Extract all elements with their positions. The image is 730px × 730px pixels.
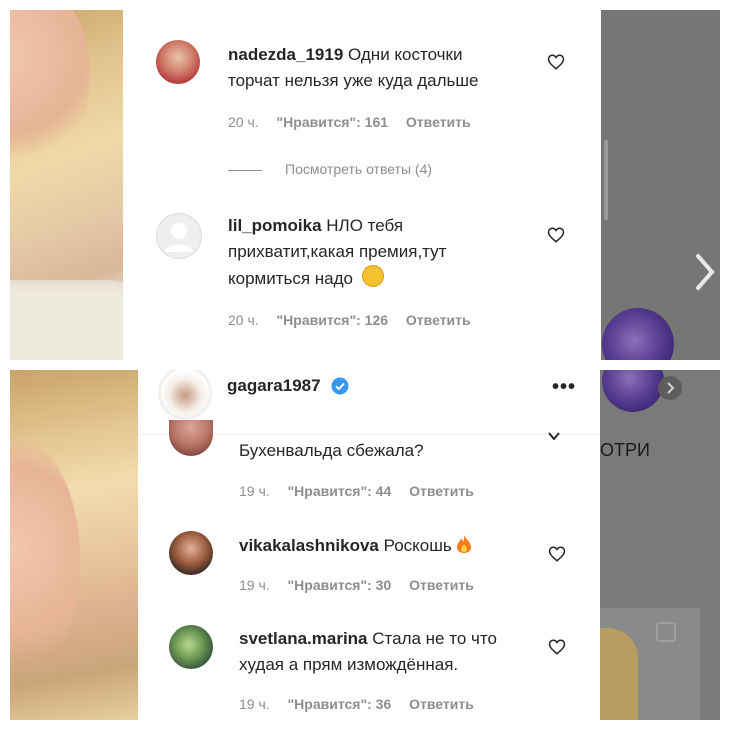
divider bbox=[228, 170, 262, 171]
avatar[interactable] bbox=[169, 531, 213, 575]
comment-meta: 20 ч. "Нравится": 126 Ответить bbox=[228, 312, 485, 328]
comment-time: 19 ч. bbox=[239, 577, 270, 593]
fire-emoji-icon bbox=[457, 535, 472, 553]
comment-body: vikakalashnikova Роскошь bbox=[239, 533, 472, 559]
comment-meta: 20 ч. "Нравится": 161 Ответить bbox=[228, 114, 485, 130]
default-avatar-icon bbox=[165, 223, 193, 252]
comment-text: худая а прям измождённая. bbox=[239, 655, 459, 674]
comment-meta: 19 ч. "Нравится": 30 Ответить bbox=[239, 577, 488, 593]
avatar[interactable] bbox=[156, 40, 200, 84]
header-username[interactable]: gagara1987 bbox=[227, 376, 321, 396]
comment-text: прихватит,какая премия,тут bbox=[228, 242, 447, 261]
avatar[interactable] bbox=[169, 420, 213, 456]
verified-badge-icon bbox=[331, 377, 349, 395]
comment-text: торчат нельзя уже куда дальше bbox=[228, 71, 479, 90]
bottom-screenshot-panel: ОТРИ gagara1987 ••• Бухенвальда сбежала?… bbox=[10, 370, 720, 720]
scrollbar[interactable] bbox=[604, 140, 608, 220]
comment-likes[interactable]: "Нравится": 36 bbox=[288, 696, 392, 712]
comment-body: nadezda_1919 Одни косточки торчат нельзя… bbox=[228, 42, 548, 94]
comment-text: Бухенвальда сбежала? bbox=[239, 441, 424, 460]
comment-body: lil_pomoika НЛО тебя прихватит,какая пре… bbox=[228, 213, 548, 292]
heart-icon[interactable] bbox=[548, 432, 560, 440]
avatar[interactable] bbox=[169, 625, 213, 669]
comment-meta: 19 ч. "Нравится": 44 Ответить bbox=[239, 483, 488, 499]
view-replies-button[interactable]: Посмотреть ответы (4) bbox=[285, 161, 432, 177]
comment-time: 20 ч. bbox=[228, 312, 259, 328]
comment-text: Одни косточки bbox=[348, 45, 463, 64]
heart-icon[interactable] bbox=[548, 545, 566, 563]
comment-meta: 19 ч. "Нравится": 36 Ответить bbox=[239, 696, 488, 712]
comment-text: кормиться надо bbox=[228, 269, 354, 288]
comment-time: 19 ч. bbox=[239, 483, 270, 499]
comment-time: 20 ч. bbox=[228, 114, 259, 130]
comment-username[interactable]: nadezda_1919 bbox=[228, 45, 343, 64]
comment-username[interactable]: svetlana.marina bbox=[239, 629, 368, 648]
overlay-side bbox=[602, 10, 720, 360]
side-label: ОТРИ bbox=[600, 440, 650, 460]
comment-likes[interactable]: "Нравится": 161 bbox=[277, 114, 388, 130]
comment-username[interactable]: lil_pomoika bbox=[228, 216, 322, 235]
avatar[interactable] bbox=[156, 213, 202, 259]
story-avatar[interactable] bbox=[602, 308, 674, 360]
heart-icon[interactable] bbox=[547, 53, 565, 71]
comment-likes[interactable]: "Нравится": 126 bbox=[277, 312, 388, 328]
reply-button[interactable]: Ответить bbox=[409, 696, 474, 712]
comment-username[interactable]: vikakalashnikova bbox=[239, 536, 379, 555]
reply-button[interactable]: Ответить bbox=[406, 312, 471, 328]
comment-body: svetlana.marina Стала не то что худая а … bbox=[239, 626, 539, 678]
comment-time: 19 ч. bbox=[239, 696, 270, 712]
comment-likes[interactable]: "Нравится": 44 bbox=[288, 483, 392, 499]
comment-text: НЛО тебя bbox=[326, 216, 404, 235]
story-avatar[interactable] bbox=[602, 370, 664, 412]
comment-text: Стала не то что bbox=[372, 629, 497, 648]
more-options-icon[interactable]: ••• bbox=[552, 376, 576, 399]
smile-emoji-icon bbox=[361, 265, 384, 287]
chevron-right-icon[interactable] bbox=[658, 376, 682, 400]
photo-slice bbox=[10, 10, 135, 360]
avatar[interactable] bbox=[158, 370, 212, 420]
comment-text: Роскошь bbox=[383, 536, 452, 555]
reply-button[interactable]: Ответить bbox=[409, 577, 474, 593]
heart-icon[interactable] bbox=[547, 226, 565, 244]
photo-slice bbox=[10, 370, 138, 720]
comments-sheet: nadezda_1919 Одни косточки торчат нельзя… bbox=[123, 10, 601, 360]
reply-button[interactable]: Ответить bbox=[409, 483, 474, 499]
overlay-side: ОТРИ bbox=[600, 370, 720, 720]
post-sheet: gagara1987 ••• Бухенвальда сбежала? 19 ч… bbox=[138, 370, 600, 720]
heart-icon[interactable] bbox=[548, 638, 566, 656]
chevron-right-icon[interactable] bbox=[694, 253, 716, 291]
thumbnail[interactable] bbox=[600, 608, 700, 720]
top-screenshot-panel: nadezda_1919 Одни косточки торчат нельзя… bbox=[10, 10, 720, 360]
reply-button[interactable]: Ответить bbox=[406, 114, 471, 130]
comment-likes[interactable]: "Нравится": 30 bbox=[288, 577, 392, 593]
